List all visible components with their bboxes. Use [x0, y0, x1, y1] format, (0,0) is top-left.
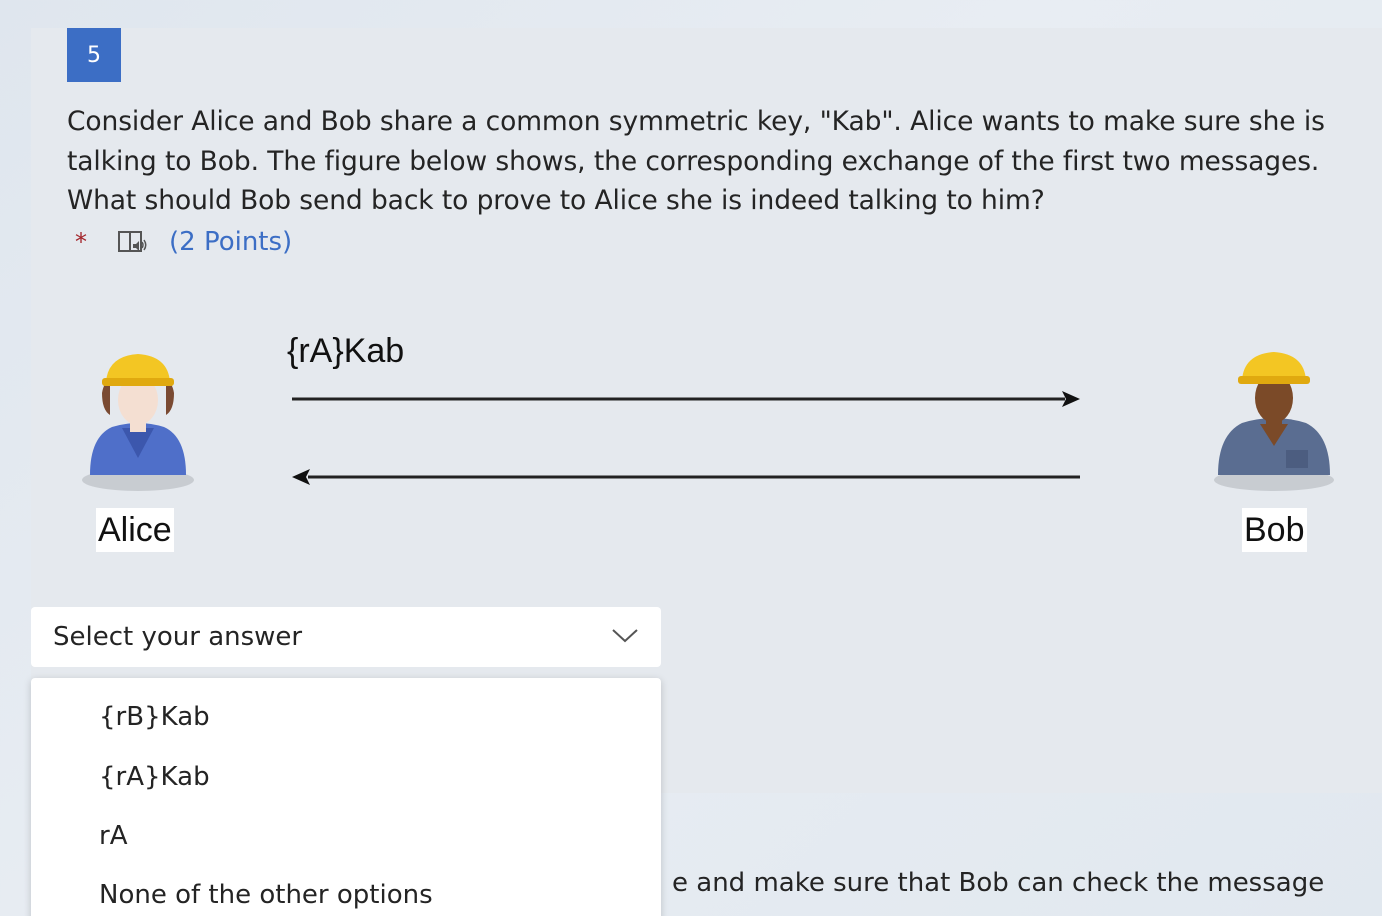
message-arrows	[292, 391, 1080, 485]
alice-icon	[82, 354, 194, 491]
answer-select[interactable]: Select your answer	[31, 607, 661, 667]
message-label: {rA}Kab	[287, 332, 405, 370]
question-meta: * (2 Points)	[67, 222, 292, 262]
option-ra[interactable]: rA	[99, 806, 639, 866]
bob-icon	[1214, 352, 1334, 491]
arrow-head-left	[292, 469, 310, 485]
select-placeholder: Select your answer	[53, 622, 303, 652]
chevron-down-icon	[612, 629, 638, 643]
immersive-reader-icon[interactable]	[117, 228, 149, 256]
option-rb-kab[interactable]: {rB}Kab	[99, 687, 639, 747]
question-number-badge: 5	[67, 28, 121, 82]
option-ra-kab[interactable]: {rA}Kab	[99, 747, 639, 807]
points-label: (2 Points)	[169, 227, 293, 257]
protocol-figure: {rA}Kab Alice Bob	[80, 320, 1340, 560]
question-text: Consider Alice and Bob share a common sy…	[67, 106, 1325, 216]
answer-dropdown-list: {rB}Kab {rA}Kab rA None of the other opt…	[31, 678, 661, 916]
next-question-text: e and make sure that Bob can check the m…	[672, 868, 1325, 898]
bob-label: Bob	[1242, 508, 1307, 552]
alice-label: Alice	[96, 508, 174, 552]
option-none[interactable]: None of the other options	[99, 865, 639, 916]
required-marker: *	[75, 228, 87, 256]
